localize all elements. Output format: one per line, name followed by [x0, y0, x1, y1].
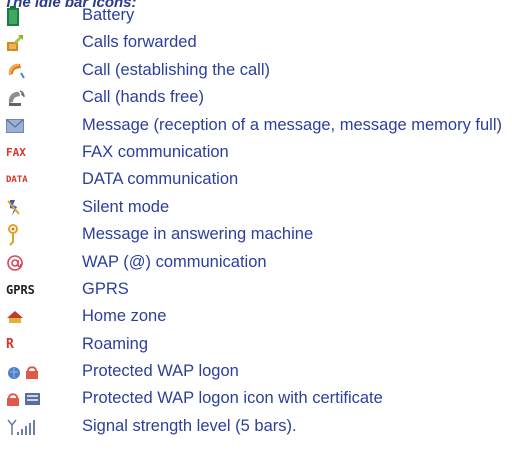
list-item-label: WAP (@) communication — [82, 252, 267, 271]
list-item: Message (reception of a message, message… — [0, 113, 512, 140]
silent-mode-icon — [6, 198, 56, 218]
list-item: WAP (@) communication — [0, 250, 512, 277]
list-item-label: Signal strength level (5 bars). — [82, 416, 297, 435]
message-envelope-icon — [6, 116, 56, 136]
list-item: GPRS GPRS — [0, 277, 512, 304]
protected-wap-certificate-icon — [6, 389, 56, 409]
wap-at-icon — [6, 253, 56, 273]
roaming-icon: R — [6, 335, 56, 355]
fax-icon: FAX — [6, 143, 56, 163]
gprs-icon: GPRS — [6, 280, 56, 300]
icon-legend-list: Battery Calls forwarded Call (establishi… — [0, 3, 512, 441]
list-item: Signal strength level (5 bars). — [0, 414, 512, 441]
idle-bar-icons-page: The idle bar icons: Battery Calls forwar… — [0, 0, 512, 467]
list-item: Message in answering machine — [0, 222, 512, 249]
answering-machine-icon — [6, 224, 56, 246]
data-icon: DATA — [6, 170, 56, 190]
list-item: R Roaming — [0, 332, 512, 359]
list-item: FAX FAX communication — [0, 140, 512, 167]
list-item-label: Roaming — [82, 334, 149, 353]
list-item: Protected WAP logon icon with certificat… — [0, 386, 512, 413]
list-item-label: Calls forwarded — [82, 33, 197, 52]
list-item-label: Message in answering machine — [82, 225, 314, 244]
roaming-icon-text: R — [6, 337, 14, 353]
list-item: DATA DATA communication — [0, 167, 512, 194]
signal-strength-icon — [6, 417, 56, 437]
list-item-label: GPRS — [82, 279, 129, 298]
list-item-label: Protected WAP logon icon with certificat… — [82, 389, 383, 408]
list-item-label: Protected WAP logon — [82, 362, 239, 381]
call-establishing-icon — [6, 61, 56, 81]
home-zone-icon — [6, 307, 56, 327]
list-item: Battery — [0, 3, 512, 30]
battery-icon — [6, 6, 56, 26]
calls-forwarded-icon — [6, 33, 56, 53]
list-item-label: Silent mode — [82, 197, 170, 216]
list-item: Calls forwarded — [0, 30, 512, 57]
data-icon-text: DATA — [6, 175, 28, 186]
gprs-icon-text: GPRS — [6, 282, 35, 297]
list-item-label: DATA communication — [82, 170, 239, 189]
fax-icon-text: FAX — [6, 146, 26, 160]
list-item-label: Call (establishing the call) — [82, 60, 271, 79]
protected-wap-logon-icon — [6, 362, 56, 382]
list-item-label: Home zone — [82, 307, 167, 326]
list-item: Call (hands free) — [0, 85, 512, 112]
list-item-label: Message (reception of a message, message… — [82, 115, 503, 134]
list-item-label: Call (hands free) — [82, 88, 204, 107]
list-item: Call (establishing the call) — [0, 58, 512, 85]
list-item-label: FAX communication — [82, 142, 229, 161]
list-item-label: Battery — [82, 6, 135, 24]
list-item: Protected WAP logon — [0, 359, 512, 386]
list-item: Home zone — [0, 304, 512, 331]
call-hands-free-icon — [6, 88, 56, 108]
list-item: Silent mode — [0, 195, 512, 222]
